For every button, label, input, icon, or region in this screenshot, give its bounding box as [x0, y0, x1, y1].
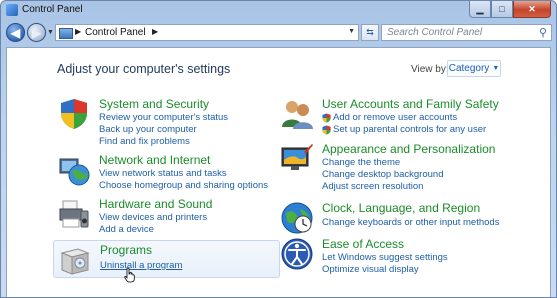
maximize-icon: □ — [499, 4, 505, 14]
programs-box-icon — [60, 248, 90, 275]
window-title: Control Panel — [22, 4, 83, 15]
link-uninstall-program[interactable]: Uninstall a program — [100, 260, 182, 271]
category-system-security: System and Security Review your computer… — [57, 97, 277, 147]
category-title[interactable]: Ease of Access — [322, 237, 404, 251]
link-view-network-status[interactable]: View network status and tasks — [99, 168, 227, 179]
link-parental-controls[interactable]: Set up parental controls for any user — [333, 124, 486, 135]
link-devices-printers[interactable]: View devices and printers — [99, 212, 207, 223]
clock-globe-icon — [281, 202, 313, 234]
close-button[interactable]: ✕ — [513, 1, 551, 18]
shield-icon — [322, 113, 331, 123]
page-title: Adjust your computer's settings — [57, 62, 231, 76]
category-title[interactable]: Appearance and Personalization — [322, 142, 495, 156]
control-panel-window: Control Panel ▁ □ ✕ ◀ ▶ ▼ ▶ Control Pane… — [0, 0, 557, 298]
link-change-keyboards[interactable]: Change keyboards or other input methods — [322, 217, 499, 228]
shield-icon — [61, 99, 87, 129]
category-title[interactable]: System and Security — [99, 97, 209, 111]
refresh-button[interactable]: ⇆ — [361, 24, 379, 41]
category-title[interactable]: User Accounts and Family Safety — [322, 97, 499, 111]
shield-icon — [322, 125, 331, 135]
breadcrumb-control-panel[interactable]: Control Panel — [85, 27, 146, 38]
forward-arrow-icon: ▶ — [31, 25, 42, 40]
view-by-value: Category — [448, 63, 490, 74]
address-bar[interactable]: ▶ Control Panel ▶ ▼ — [55, 24, 359, 41]
users-icon — [282, 101, 313, 129]
address-dropdown-icon[interactable]: ▼ — [348, 28, 355, 35]
minimize-icon: ▁ — [476, 3, 484, 14]
link-back-up[interactable]: Back up your computer — [99, 124, 197, 135]
recent-pages-dropdown[interactable]: ▼ — [47, 29, 54, 36]
display-icon — [281, 144, 313, 170]
link-homegroup-sharing[interactable]: Choose homegroup and sharing options — [99, 180, 268, 191]
printer-icon — [59, 200, 89, 228]
view-by-label: View by: — [411, 64, 449, 75]
view-by-dropdown[interactable]: Category ▼ — [447, 60, 501, 77]
back-button[interactable]: ◀ — [6, 23, 25, 42]
link-desktop-background[interactable]: Change desktop background — [322, 169, 443, 180]
category-hardware-sound: Hardware and Sound View devices and prin… — [57, 197, 277, 235]
search-box[interactable]: Search Control Panel ⚲ — [381, 24, 552, 41]
link-windows-suggest[interactable]: Let Windows suggest settings — [322, 252, 448, 263]
link-find-fix[interactable]: Find and fix problems — [99, 136, 190, 147]
title-bar[interactable]: Control Panel ▁ □ ✕ — [1, 1, 556, 19]
category-appearance: Appearance and Personalization Change th… — [280, 142, 540, 192]
link-add-device[interactable]: Add a device — [99, 224, 154, 235]
category-title[interactable]: Hardware and Sound — [99, 197, 212, 211]
category-clock-language: Clock, Language, and Region Change keybo… — [280, 201, 540, 234]
refresh-icon: ⇆ — [366, 27, 374, 37]
link-add-remove-accounts[interactable]: Add or remove user accounts — [333, 112, 457, 123]
control-panel-icon — [59, 28, 73, 39]
breadcrumb-separator-icon[interactable]: ▶ — [152, 27, 158, 36]
category-ease-of-access: Ease of Access Let Windows suggest setti… — [280, 237, 540, 275]
category-title[interactable]: Programs — [100, 243, 152, 257]
category-title[interactable]: Network and Internet — [99, 153, 210, 167]
link-optimize-display[interactable]: Optimize visual display — [322, 264, 419, 275]
link-screen-resolution[interactable]: Adjust screen resolution — [322, 181, 423, 192]
navigation-bar: ◀ ▶ ▼ ▶ Control Panel ▶ ▼ ⇆ Search Contr… — [1, 19, 556, 47]
category-user-accounts: User Accounts and Family Safety Add or r… — [280, 97, 540, 137]
minimize-button[interactable]: ▁ — [469, 1, 491, 18]
close-icon: ✕ — [528, 3, 536, 14]
control-panel-app-icon — [6, 4, 18, 16]
link-change-theme[interactable]: Change the theme — [322, 157, 400, 168]
breadcrumb-separator-icon[interactable]: ▶ — [75, 27, 81, 36]
window-controls: ▁ □ ✕ — [469, 1, 551, 18]
search-placeholder: Search Control Panel — [387, 27, 483, 38]
link-review-status[interactable]: Review your computer's status — [99, 112, 228, 123]
category-title[interactable]: Clock, Language, and Region — [322, 201, 480, 215]
main-content: Adjust your computer's settings View by:… — [6, 47, 551, 297]
chevron-down-icon: ▼ — [492, 65, 500, 72]
category-network-internet: Network and Internet View network status… — [57, 153, 277, 191]
ease-of-access-icon — [281, 238, 313, 270]
forward-button[interactable]: ▶ — [27, 23, 46, 42]
search-icon[interactable]: ⚲ — [539, 26, 547, 39]
maximize-button[interactable]: □ — [491, 1, 513, 18]
category-programs[interactable]: Programs Uninstall a program — [53, 240, 280, 278]
network-globe-icon — [59, 158, 90, 186]
hand-cursor-icon — [124, 267, 135, 283]
back-arrow-icon: ◀ — [10, 25, 21, 40]
